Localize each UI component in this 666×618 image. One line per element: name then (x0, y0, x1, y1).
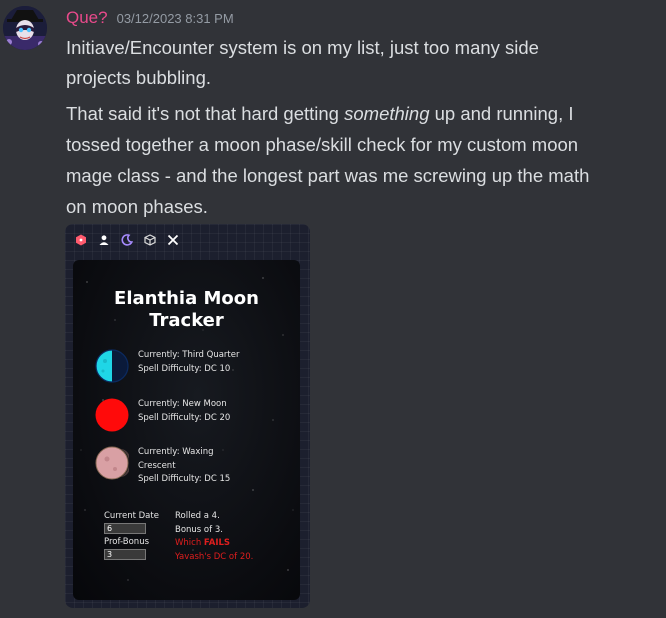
title-line: Elanthia Moon (114, 288, 259, 309)
fails-text: FAILS (203, 538, 231, 548)
message-text: up and running, I (429, 103, 574, 124)
username[interactable]: Que? (66, 8, 108, 28)
user-icon[interactable] (94, 230, 114, 250)
avatar[interactable] (3, 6, 47, 50)
check-form: Current Date 6 Prof-Bonus 3 (104, 510, 159, 562)
which-text: Which (175, 538, 204, 548)
dc-text: Yavash's DC of 20. (175, 551, 254, 562)
moon-row: Currently: Waxing Crescent Spell Difficu… (95, 446, 248, 487)
moon-info: Currently: New Moon Spell Difficulty: DC… (138, 398, 248, 425)
message-line: tossed together a moon phase/skill check… (66, 134, 579, 155)
message-line: on moon phases. (66, 196, 208, 217)
moon-info: Currently: Third Quarter Spell Difficult… (138, 349, 248, 376)
moon-difficulty: Spell Difficulty: DC 20 (138, 412, 231, 423)
moon-status: Currently: New Moon (138, 399, 227, 409)
moon-info: Currently: Waxing Crescent Spell Difficu… (138, 446, 248, 487)
message-text: That said it's not that hard getting (66, 103, 345, 124)
chat-message: Que? 03/12/2023 8:31 PM Initiave/Encount… (0, 0, 666, 618)
half-moon-icon (95, 349, 129, 383)
timestamp[interactable]: 03/12/2023 8:31 PM (117, 11, 234, 26)
moon-row: Currently: Third Quarter Spell Difficult… (95, 349, 248, 383)
emphasized-text: something (344, 103, 430, 124)
cube-icon[interactable] (140, 230, 160, 250)
moon-status: Currently: Waxing (138, 447, 214, 457)
current-date-input[interactable]: 6 (104, 523, 146, 534)
crossed-swords-icon[interactable] (163, 230, 183, 250)
tracker-title: Elanthia Moon Tracker (73, 288, 300, 332)
message-line: mage class - and the longest part was me… (66, 165, 590, 186)
roll-results: Rolled a 4. Bonus of 3. Which FAILS Yava… (175, 510, 253, 564)
moon-difficulty: Spell Difficulty: DC 10 (138, 363, 231, 374)
message-line: That said it's not that hard getting som… (66, 99, 662, 129)
moon-icon[interactable] (117, 230, 137, 250)
result-line: Which FAILS (175, 537, 253, 551)
crescent-moon-icon (95, 446, 129, 480)
embed-toolbar (71, 230, 183, 252)
moon-row: Currently: New Moon Spell Difficulty: DC… (95, 398, 248, 432)
moon-difficulty: Spell Difficulty: DC 15 (138, 474, 231, 484)
moon-tracker-card: Elanthia Moon Tracker Currently: Third Q… (73, 260, 300, 600)
moon-status: Crescent (138, 460, 176, 471)
current-date-label: Current Date (104, 511, 159, 521)
full-red-moon-icon (95, 398, 129, 432)
title-line: Tracker (149, 310, 224, 331)
avatar-image (3, 6, 47, 50)
message-line: Initiave/Encounter system is on my list,… (66, 37, 539, 58)
message-line: projects bubbling. (66, 67, 212, 88)
moon-status: Currently: Third Quarter (138, 350, 240, 360)
message-header: Que? 03/12/2023 8:31 PM (66, 8, 234, 30)
bonus-text: Bonus of 3. (175, 524, 223, 535)
prof-bonus-input[interactable]: 3 (104, 549, 146, 560)
embed-image[interactable]: Elanthia Moon Tracker Currently: Third Q… (65, 224, 310, 608)
dice-icon[interactable] (71, 230, 91, 250)
prof-bonus-label: Prof-Bonus (104, 537, 150, 547)
rolled-text: Rolled a 4. (175, 511, 220, 521)
